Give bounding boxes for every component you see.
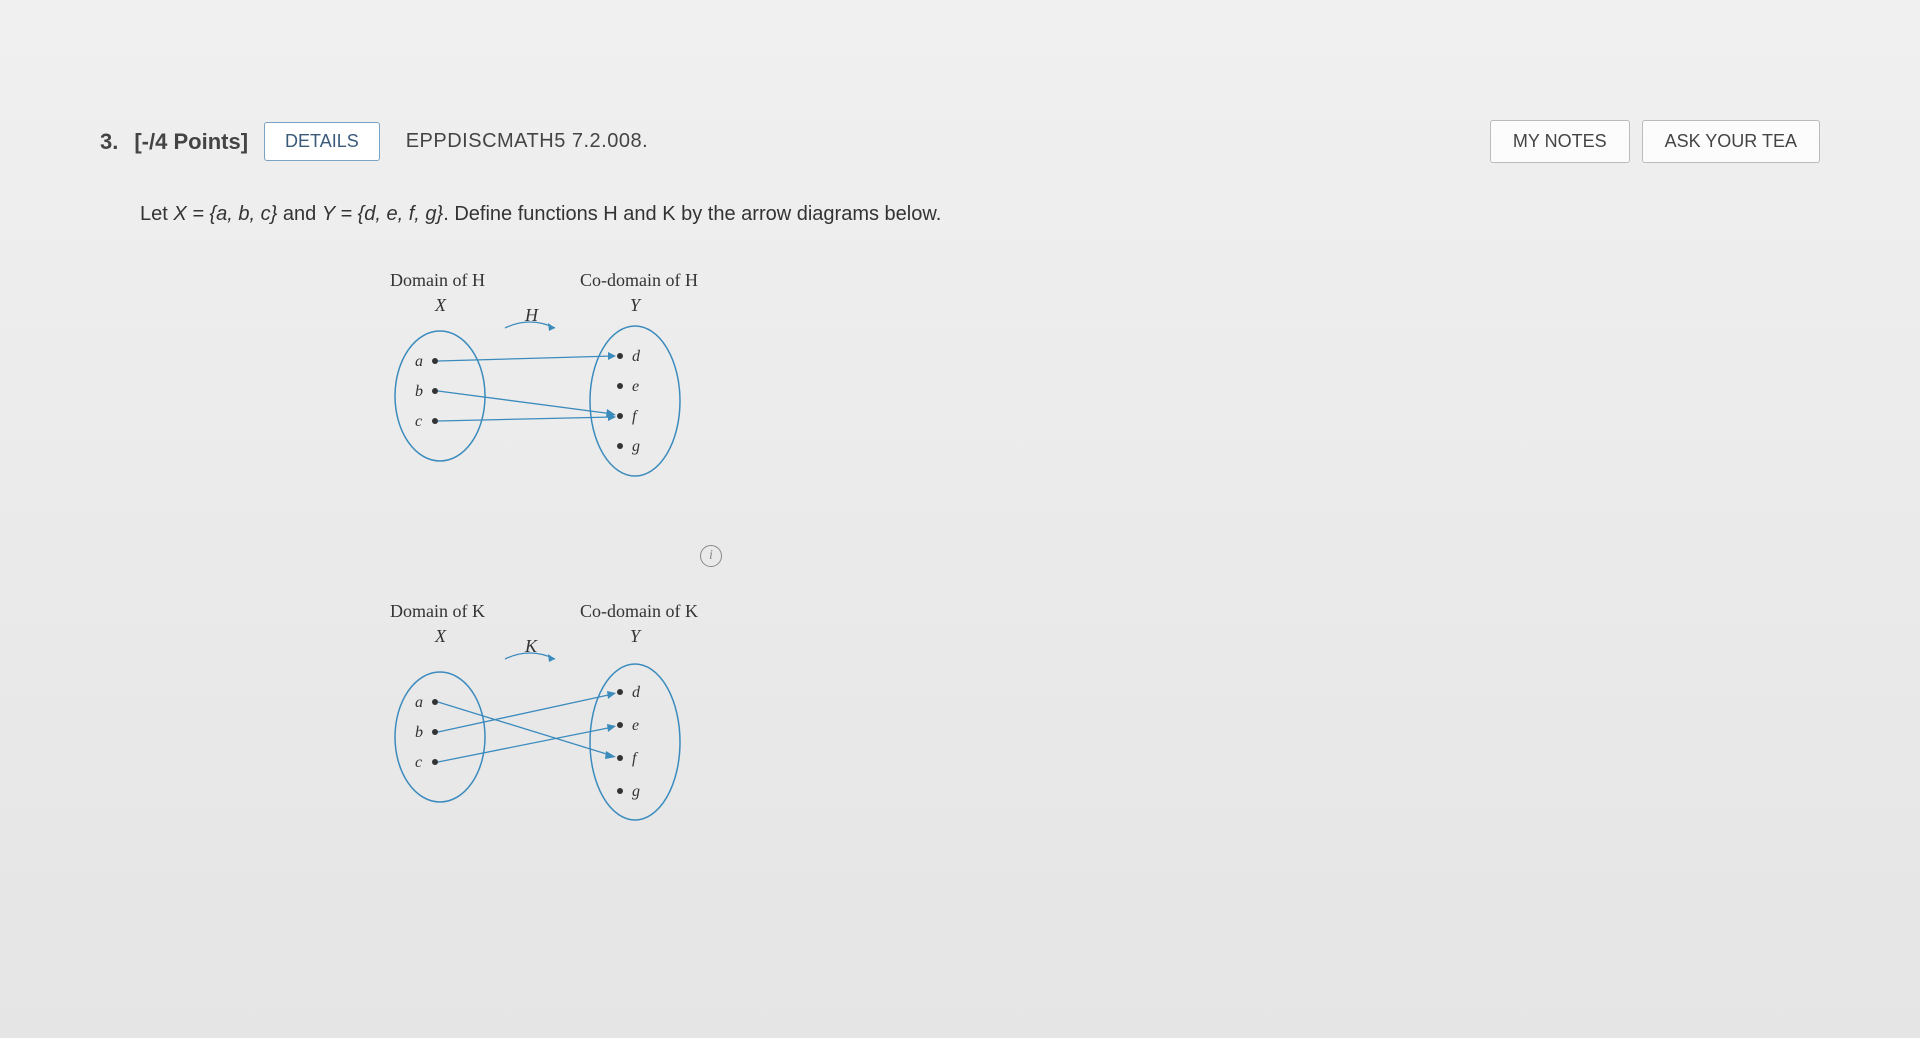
codomain-set-H: Y [630, 295, 642, 315]
elem-e: e [632, 378, 639, 395]
elem-g-K: g [632, 783, 640, 800]
prompt-text: . Define functions H and K by the arrow … [443, 203, 941, 225]
elem-d: d [632, 348, 641, 365]
dot [432, 699, 438, 705]
my-notes-button[interactable]: MY NOTES [1490, 120, 1630, 163]
question-number: 3. [100, 129, 118, 155]
elem-f-K: f [632, 750, 639, 767]
question-body: Let X = {a, b, c} and Y = {d, e, f, g}. … [100, 193, 1820, 897]
domain-set-K: X [434, 626, 447, 646]
arrow-b-d-K [438, 694, 613, 732]
domain-set-H: X [434, 295, 447, 315]
diagram-H: Domain of H Co-domain of H X Y H a b [320, 266, 1780, 486]
diagram-area: Domain of H Co-domain of H X Y H a b [140, 266, 1780, 827]
arrow-c-e-K [438, 727, 613, 762]
elem-f: f [632, 408, 639, 425]
elem-g: g [632, 438, 640, 455]
elem-e-K: e [632, 717, 639, 734]
set-x-def: X = {a, b, c} [173, 203, 277, 225]
dot-b [432, 388, 438, 394]
domain-label-H: Domain of H [390, 270, 485, 290]
diagram-K: Domain of K Co-domain of K X Y K a b c [320, 597, 1780, 827]
prompt-text: and [277, 203, 321, 225]
dot [432, 729, 438, 735]
arrow-a-f-K [438, 702, 613, 756]
question-points: [-/4 Points] [134, 129, 248, 155]
arrow-b-f [438, 391, 613, 414]
elem-b-K: b [415, 724, 423, 741]
codomain-label-K: Co-domain of K [580, 601, 698, 621]
question-code: EPPDISCMATH5 7.2.008. [406, 130, 648, 153]
dot [617, 689, 623, 695]
ask-teacher-button[interactable]: ASK YOUR TEA [1642, 120, 1820, 163]
dot [617, 722, 623, 728]
elem-b: b [415, 383, 423, 400]
codomain-set-K: Y [630, 626, 642, 646]
arrowhead [605, 751, 616, 759]
domain-oval-K [395, 672, 485, 802]
question-prompt: Let X = {a, b, c} and Y = {d, e, f, g}. … [140, 203, 1780, 226]
arrowhead [607, 724, 616, 732]
elem-c-K: c [415, 754, 422, 771]
dot [617, 755, 623, 761]
elem-a-K: a [415, 694, 423, 711]
question-header: 3. [-/4 Points] DETAILS EPPDISCMATH5 7.2… [100, 120, 1820, 163]
prompt-text: Let [140, 203, 173, 225]
details-button[interactable]: DETAILS [264, 122, 380, 161]
dot-g [617, 443, 623, 449]
dot-f [617, 413, 623, 419]
elem-a: a [415, 353, 423, 370]
dot-d [617, 353, 623, 359]
dot [432, 759, 438, 765]
set-y-def: Y = {d, e, f, g} [322, 203, 443, 225]
elem-d-K: d [632, 684, 641, 701]
question-page: 3. [-/4 Points] DETAILS EPPDISCMATH5 7.2… [0, 0, 1920, 1038]
arrow-c-f [438, 417, 613, 421]
codomain-label-H: Co-domain of H [580, 270, 698, 290]
dot [617, 788, 623, 794]
elem-c: c [415, 413, 422, 430]
dot-c [432, 418, 438, 424]
arrow-a-d [438, 356, 613, 361]
dot-a [432, 358, 438, 364]
header-right-buttons: MY NOTES ASK YOUR TEA [1490, 120, 1820, 163]
arrow-diagram-K: Domain of K Co-domain of K X Y K a b c [320, 597, 740, 827]
domain-label-K: Domain of K [390, 601, 485, 621]
arrow-diagram-H: Domain of H Co-domain of H X Y H a b [320, 266, 740, 486]
dot-e [617, 383, 623, 389]
arrowhead [607, 691, 616, 699]
arrowhead [608, 352, 616, 360]
info-icon[interactable]: i [700, 545, 722, 567]
